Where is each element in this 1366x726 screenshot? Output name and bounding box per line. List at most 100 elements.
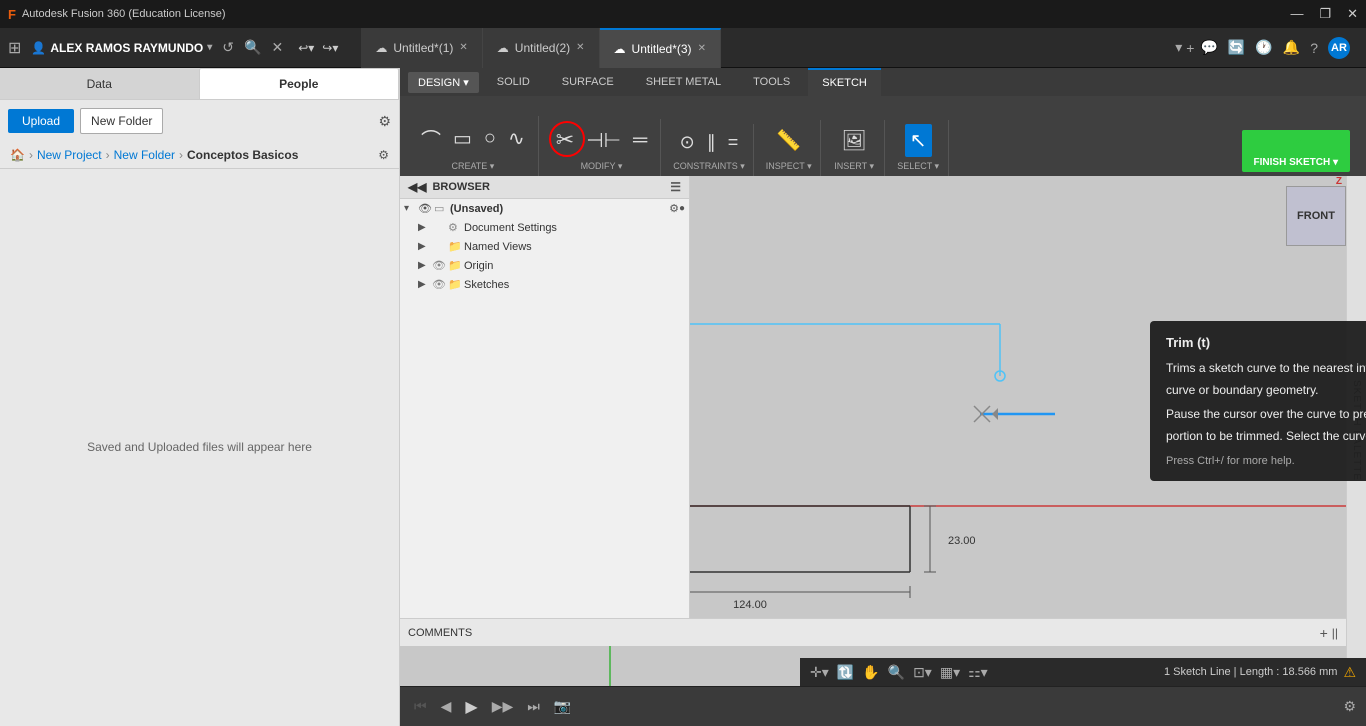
timeline-first-button[interactable]: ⏮	[410, 696, 431, 717]
browser-eye-icon[interactable]: 👁	[418, 202, 434, 215]
canvas-area[interactable]: 124.00 23.00 50 50 FRONT Z X SKETCH PALE…	[400, 176, 1366, 686]
grid-settings-icon[interactable]: ⚏▾	[968, 664, 988, 681]
sketches-expand-icon[interactable]: ▶	[418, 279, 432, 290]
search-icon[interactable]: 🔍	[244, 39, 261, 56]
browser-root-item[interactable]: ▾ 👁 ▭ (Unsaved) ⚙ ●	[400, 199, 689, 218]
insert-icon: 🖼	[841, 128, 866, 153]
inspect-label[interactable]: INSPECT ▾	[766, 161, 812, 172]
view-cube[interactable]: FRONT Z X	[1276, 186, 1356, 266]
browser-item-named-views[interactable]: ▶ 📁 Named Views	[400, 237, 689, 256]
comments-collapse-icon[interactable]: ||	[1332, 626, 1338, 640]
breadcrumb-settings-icon[interactable]: ⚙	[378, 148, 389, 162]
topbar-close-icon[interactable]: ✕	[271, 39, 283, 56]
browser-item-origin[interactable]: ▶ 👁 📁 Origin	[400, 256, 689, 275]
select-tool-btn[interactable]: ↖	[905, 124, 932, 157]
insert-label[interactable]: INSERT ▾	[834, 161, 874, 172]
tab-data[interactable]: Data	[0, 68, 199, 99]
avatar[interactable]: AR	[1328, 37, 1350, 59]
browser-root-dot-icon[interactable]: ●	[679, 203, 685, 214]
breadcrumb-project[interactable]: New Project	[37, 148, 102, 162]
refresh-icon[interactable]: ↺	[222, 39, 234, 56]
tab-people[interactable]: People	[199, 68, 400, 99]
view-cube-face[interactable]: FRONT	[1286, 186, 1346, 246]
tab-solid[interactable]: SOLID	[483, 68, 544, 96]
doc-settings-expand-icon[interactable]: ▶	[418, 222, 432, 233]
breadcrumb-home[interactable]: 🏠	[10, 148, 25, 162]
browser-item-sketches[interactable]: ▶ 👁 📁 Sketches	[400, 275, 689, 294]
constraint-parallel[interactable]: ∥	[702, 128, 721, 157]
timeline-prev-button[interactable]: ◀	[437, 696, 456, 717]
tab2-close-icon[interactable]: ✕	[576, 42, 584, 53]
help-icon[interactable]: ?	[1310, 40, 1318, 56]
sketches-eye-icon[interactable]: 👁	[432, 278, 448, 291]
display-icon[interactable]: ▦▾	[940, 664, 960, 681]
origin-eye-icon[interactable]: 👁	[432, 259, 448, 272]
undo-button[interactable]: ↩▾	[295, 39, 317, 57]
constraint-coincident[interactable]: ⊙	[675, 128, 700, 157]
app-name: Autodesk Fusion 360 (Education License)	[22, 8, 226, 20]
redo-button[interactable]: ↪▾	[319, 39, 341, 57]
camera-icon[interactable]: 📷	[554, 698, 571, 715]
line-tool[interactable]: ⌒	[416, 120, 446, 157]
tab-untitled1[interactable]: ☁ Untitled*(1) ✕	[361, 28, 482, 68]
move-icon[interactable]: ✛▾	[810, 664, 829, 681]
trim-tool[interactable]: ✂	[551, 123, 579, 157]
user-section[interactable]: 👤 ALEX RAMOS RAYMUNDO ▾	[31, 41, 212, 55]
upload-button[interactable]: Upload	[8, 109, 74, 133]
constraints-label[interactable]: CONSTRAINTS ▾	[673, 161, 745, 172]
browser-root-gear-icon[interactable]: ⚙	[669, 202, 679, 215]
timeline-next-button[interactable]: ▶▶	[488, 696, 518, 717]
tab-bar: ☁ Untitled*(1) ✕ ☁ Untitled(2) ✕ ☁ Untit…	[361, 28, 1165, 68]
zoom-icon[interactable]: 🔍	[888, 664, 905, 681]
finish-sketch-button[interactable]: ✔ FINISH SKETCH ▾	[1242, 130, 1350, 172]
tab3-close-icon[interactable]: ✕	[698, 43, 706, 54]
inspect-measure[interactable]: 📏	[771, 124, 806, 157]
circle-tool[interactable]: ○	[479, 123, 501, 154]
tab-add-icon[interactable]: +	[1186, 40, 1194, 56]
restore-button[interactable]: ❐	[1319, 6, 1331, 22]
tab1-close-icon[interactable]: ✕	[459, 42, 467, 53]
tab-surface[interactable]: SURFACE	[548, 68, 628, 96]
spline-tool[interactable]: ∿	[503, 122, 530, 155]
pan-icon[interactable]: ✋	[862, 664, 879, 681]
tab-untitled2[interactable]: ☁ Untitled(2) ✕	[483, 28, 600, 68]
origin-expand-icon[interactable]: ▶	[418, 260, 432, 271]
zoom-fit-icon[interactable]: ⊡▾	[913, 664, 932, 681]
insert-image[interactable]: 🖼	[836, 124, 871, 157]
timeline-last-button[interactable]: ⏭	[523, 696, 544, 717]
constraint-equals[interactable]: =	[723, 128, 744, 157]
bell-icon[interactable]: 🔔	[1283, 39, 1300, 56]
comments-add-icon[interactable]: +	[1320, 625, 1328, 641]
extend-tool[interactable]: ⊣⊢	[581, 124, 626, 157]
modify-label[interactable]: MODIFY ▾	[581, 161, 623, 172]
panel-settings-icon[interactable]: ⚙	[378, 113, 391, 130]
offset-tool[interactable]: ═	[628, 125, 652, 156]
timeline-play-button[interactable]: ▶	[461, 695, 481, 719]
titlebar-controls[interactable]: — ❐ ✕	[1290, 6, 1358, 22]
browser-expand-icon[interactable]: ▾	[404, 203, 418, 214]
breadcrumb-folder[interactable]: New Folder	[114, 148, 175, 162]
tab-tools[interactable]: TOOLS	[739, 68, 804, 96]
settings-timeline-icon[interactable]: ⚙	[1343, 698, 1356, 715]
tab-sheet-metal[interactable]: SHEET METAL	[632, 68, 735, 96]
browser-menu-icon[interactable]: ☰	[670, 180, 681, 194]
tab-sketch[interactable]: SKETCH	[808, 68, 881, 96]
rect-tool[interactable]: ▭	[448, 122, 477, 155]
create-label[interactable]: CREATE ▾	[451, 161, 494, 172]
tab-untitled3[interactable]: ☁ Untitled*(3) ✕	[600, 28, 721, 68]
orbit-icon[interactable]: 🔃	[837, 664, 854, 681]
design-button[interactable]: DESIGN ▾	[408, 72, 479, 93]
minimize-button[interactable]: —	[1290, 6, 1303, 22]
new-folder-button[interactable]: New Folder	[80, 108, 163, 134]
right-section: DESIGN ▾ SOLID SURFACE SHEET METAL TOOLS…	[400, 68, 1366, 726]
history-icon[interactable]: 🕐	[1255, 39, 1272, 56]
grid-icon[interactable]: ⊞	[8, 38, 21, 58]
sync-icon[interactable]: 🔄	[1228, 39, 1245, 56]
select-label[interactable]: SELECT ▾	[897, 161, 939, 172]
comment-icon[interactable]: 💬	[1200, 39, 1217, 56]
browser-item-document-settings[interactable]: ▶ ⚙ Document Settings	[400, 218, 689, 237]
close-button[interactable]: ✕	[1347, 6, 1358, 22]
named-views-expand-icon[interactable]: ▶	[418, 241, 432, 252]
browser-collapse-icon[interactable]: ◀◀	[408, 180, 426, 194]
tab-chevron-icon[interactable]: ▾	[1175, 39, 1182, 56]
